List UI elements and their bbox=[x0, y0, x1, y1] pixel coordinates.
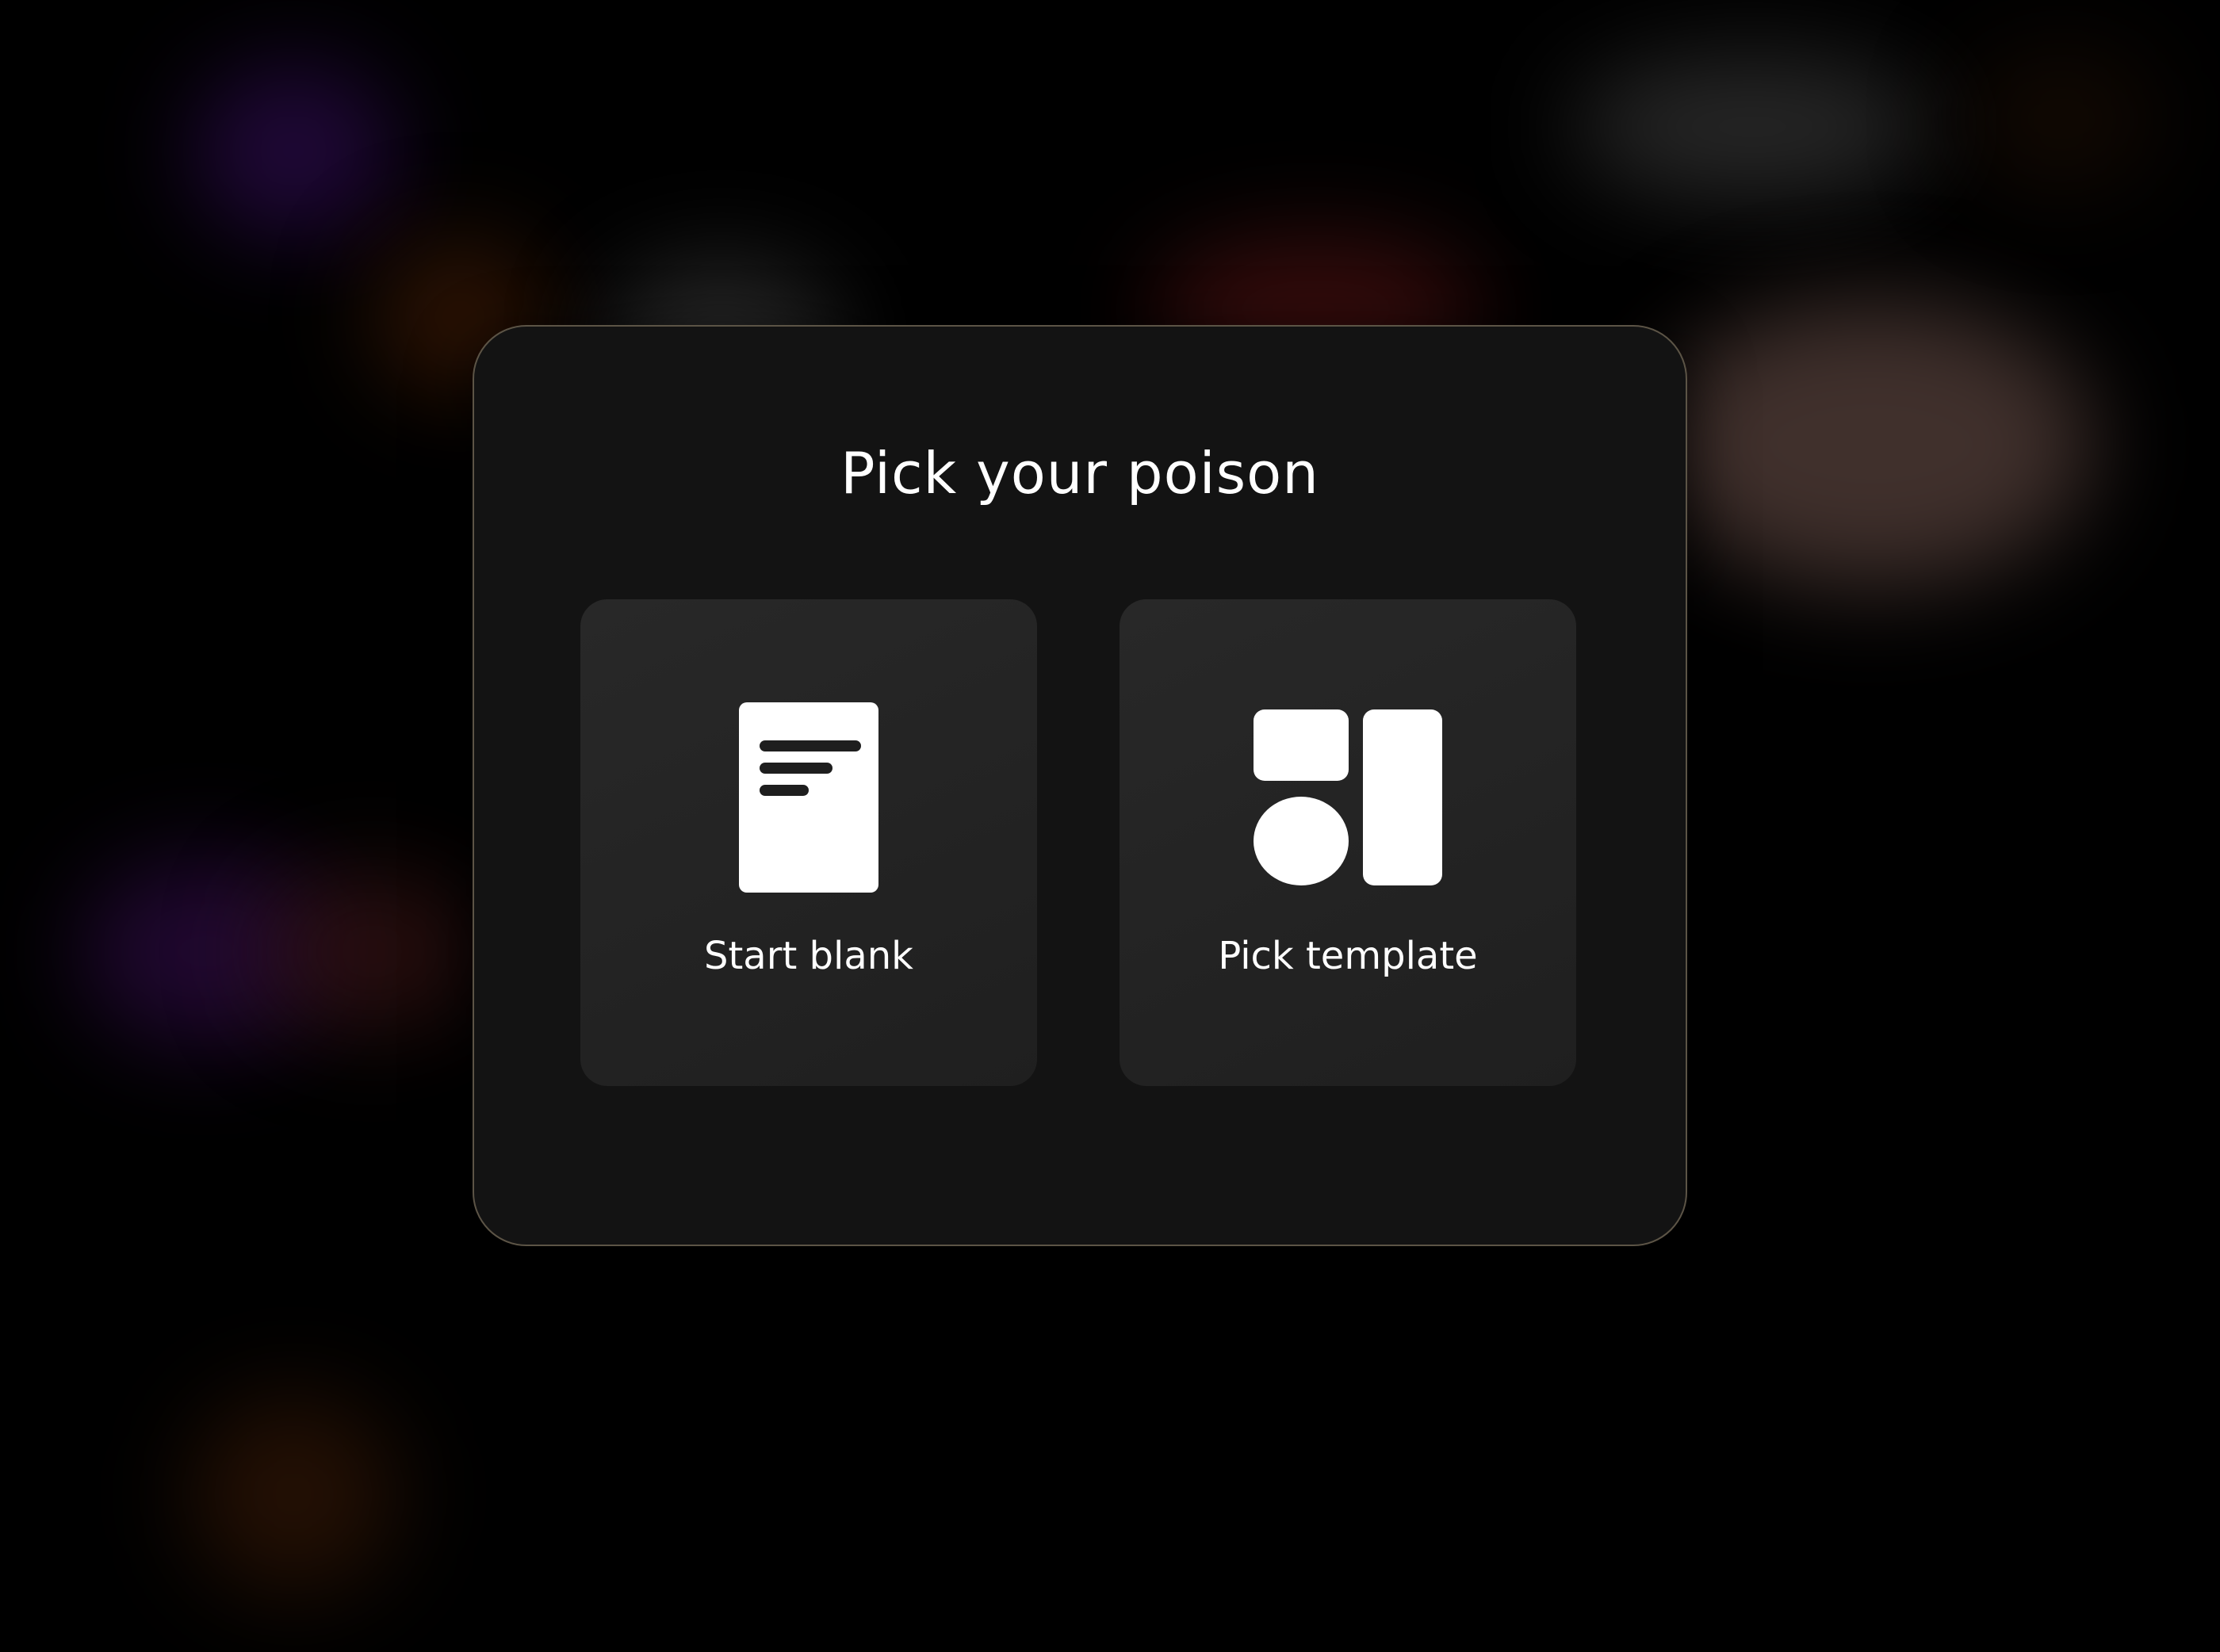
background-blur-shape bbox=[1966, 48, 2157, 190]
background-blur-shape bbox=[1649, 301, 2093, 587]
document-icon-svg bbox=[739, 702, 878, 893]
template-grid-icon-svg bbox=[1254, 709, 1442, 885]
background-blur-shape bbox=[190, 1395, 396, 1593]
background-blur-shape bbox=[262, 872, 484, 1031]
modal-title: Pick your poison bbox=[840, 440, 1319, 507]
background-blur-shape bbox=[1570, 55, 1935, 198]
background-blur-shape bbox=[190, 63, 396, 238]
document-icon bbox=[580, 702, 1037, 893]
pick-option-modal: Pick your poison Start blank Pick templa… bbox=[473, 325, 1687, 1246]
pick-template-button[interactable]: Pick template bbox=[1120, 599, 1576, 1086]
start-blank-label: Start blank bbox=[704, 934, 913, 978]
pick-template-label: Pick template bbox=[1218, 934, 1478, 978]
start-blank-button[interactable]: Start blank bbox=[580, 599, 1037, 1086]
template-grid-icon bbox=[1120, 702, 1576, 893]
